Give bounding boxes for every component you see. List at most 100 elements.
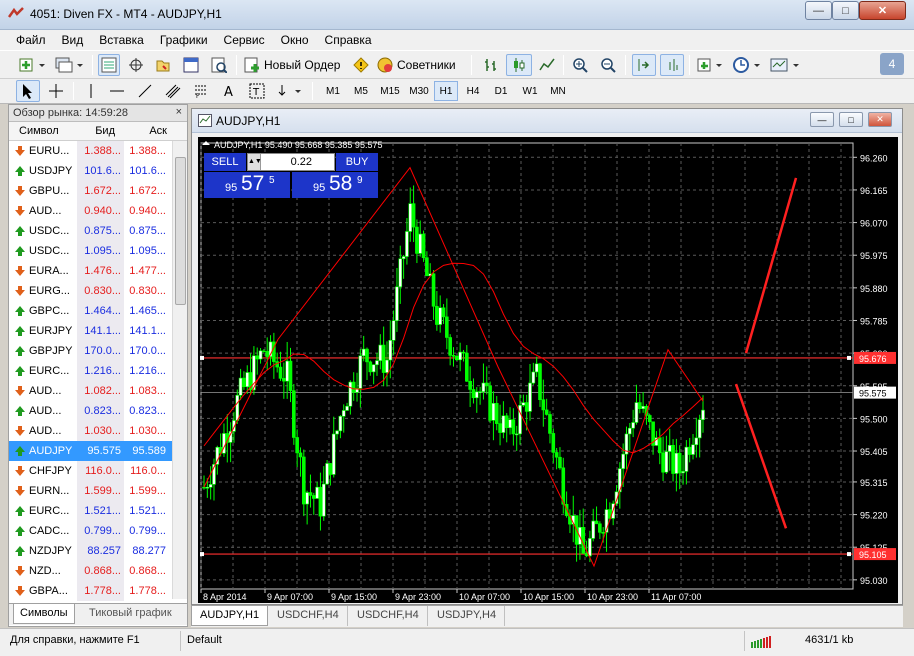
market-watch-row[interactable]: NZD... 0.868... 0.868... [9,561,172,581]
col-bid-header[interactable]: Бид [69,122,119,140]
tab-usdchf-h4-1[interactable]: USDCHF,H4 [269,606,348,626]
market-watch-row[interactable]: AUD... 1.082... 1.083... [9,381,172,401]
menu-view[interactable]: Вид [54,33,92,47]
market-watch-row[interactable]: AUDJPY 95.575 95.589 [9,441,172,461]
timeframe-d1[interactable]: D1 [488,81,514,101]
market-watch-row[interactable]: EURJPY 141.1... 141.1... [9,321,172,341]
lot-size-field[interactable]: ▲▼ 0.22 [247,153,335,171]
chart-minimize-button[interactable]: — [810,112,834,127]
buy-price-button[interactable]: 95 58 9 [292,172,378,198]
indicators-button[interactable] [694,54,726,76]
timeframe-m5[interactable]: M5 [348,81,374,101]
market-watch-row[interactable]: CADC... 0.799... 0.799... [9,521,172,541]
market-watch-row[interactable]: EURC... 1.216... 1.216... [9,361,172,381]
vertical-line-tool[interactable] [80,80,102,102]
timeframe-m30[interactable]: M30 [405,81,433,101]
templates-button[interactable] [768,54,802,76]
minimize-button[interactable]: — [805,1,832,20]
market-watch-row[interactable]: EURN... 1.599... 1.599... [9,481,172,501]
chart-maximize-button[interactable]: □ [839,112,863,127]
crosshair-tool[interactable] [44,80,68,102]
tab-usdchf-h4-2[interactable]: USDCHF,H4 [349,606,428,626]
market-watch-row[interactable]: USDC... 0.875... 0.875... [9,221,172,241]
horizontal-line-tool[interactable] [106,80,128,102]
buy-button[interactable]: BUY [336,153,378,171]
tab-audjpy-h1[interactable]: AUDJPY,H1 [191,606,269,626]
market-watch-row[interactable]: GBPU... 1.672... 1.672... [9,181,172,201]
menu-window[interactable]: Окно [273,33,317,47]
navigator-button[interactable] [152,54,174,76]
market-watch-panel: Обзор рынка: 14:59:28 × Символ Бид Аск E… [8,104,188,627]
market-watch-close-icon[interactable]: × [176,106,182,118]
experts-button[interactable]: Советники [376,54,466,76]
chart-close-button[interactable]: ✕ [868,112,892,127]
timeframe-m1[interactable]: M1 [320,81,346,101]
market-watch-row[interactable]: USDJPY 101.6... 101.6... [9,161,172,181]
strategy-tester-button[interactable] [208,54,230,76]
periods-button[interactable] [730,54,764,76]
market-watch-row[interactable]: EURG... 0.830... 0.830... [9,281,172,301]
profiles-button[interactable] [52,54,86,76]
zoom-out-icon [601,58,616,73]
market-watch-row[interactable]: EURU... 1.388... 1.388... [9,141,172,161]
menu-help[interactable]: Справка [317,33,380,47]
market-watch-row[interactable]: AUD... 0.823... 0.823... [9,401,172,421]
tab-symbols[interactable]: Символы [13,604,75,624]
line-chart-button[interactable] [536,54,558,76]
market-watch-toggle[interactable] [98,54,120,76]
text-label-tool[interactable]: T [246,80,268,102]
arrows-tool[interactable] [274,80,306,102]
tab-tick-chart[interactable]: Тиковый график [83,604,178,624]
maximize-button[interactable]: □ [832,1,859,20]
timeframe-w1[interactable]: W1 [517,81,543,101]
data-window-button[interactable] [125,54,147,76]
meta-editor-button[interactable] [350,54,372,76]
menu-insert[interactable]: Вставка [91,33,152,47]
timeframe-mn[interactable]: MN [545,81,571,101]
lot-size-value[interactable]: 0.22 [261,154,334,170]
market-watch-row[interactable]: GBPA... 1.778... 1.778... [9,581,172,601]
col-symbol-header[interactable]: Символ [9,122,69,140]
auto-scroll-button[interactable] [632,54,656,76]
market-watch-row[interactable]: USDC... 1.095... 1.095... [9,241,172,261]
market-watch-row[interactable]: GBPC... 1.464... 1.465... [9,301,172,321]
text-tool[interactable]: A [218,80,240,102]
bar-chart-button[interactable] [480,54,502,76]
close-button[interactable]: ✕ [859,1,906,20]
cursor-tool[interactable] [16,80,40,102]
new-order-button[interactable]: Новый Ордер [243,54,347,76]
market-watch-row[interactable]: GBPJPY 170.0... 170.0... [9,341,172,361]
trendline-tool[interactable] [134,80,156,102]
timeframe-h4[interactable]: H4 [461,81,485,101]
market-watch-row[interactable]: AUD... 1.030... 1.030... [9,421,172,441]
col-ask-header[interactable]: Аск [119,122,171,140]
menu-tools[interactable]: Сервис [216,33,273,47]
notifications-badge[interactable]: 4 [880,53,904,75]
candlestick-chart[interactable]: 96.260 96.165 96.070 95.975 95.880 95.785 95.6… [198,137,898,603]
market-watch-row[interactable]: CHFJPY 116.0... 116.0... [9,461,172,481]
lot-spinner-icon[interactable]: ▲▼ [248,154,262,170]
zoom-in-button[interactable] [568,54,592,76]
sell-button[interactable]: SELL [204,153,246,171]
timeframe-m15[interactable]: M15 [376,81,404,101]
candle-chart-button[interactable] [506,54,532,76]
market-watch-scrollbar[interactable] [172,141,187,599]
scrollbar-thumb[interactable] [175,157,186,305]
market-watch-row[interactable]: EURA... 1.476... 1.477... [9,261,172,281]
menu-charts[interactable]: Графики [152,33,216,47]
row-bid: 0.823... [77,401,124,421]
zoom-out-button[interactable] [596,54,620,76]
chart-canvas[interactable]: 96.260 96.165 96.070 95.975 95.880 95.785 95.6… [198,137,898,603]
tab-usdjpy-h4[interactable]: USDJPY,H4 [429,606,506,626]
channel-tool[interactable] [162,80,184,102]
market-watch-row[interactable]: NZDJPY 88.257 88.277 [9,541,172,561]
menu-file[interactable]: Файл [8,33,54,47]
market-watch-row[interactable]: EURC... 1.521... 1.521... [9,501,172,521]
market-watch-row[interactable]: AUD... 0.940... 0.940... [9,201,172,221]
timeframe-h1[interactable]: H1 [434,81,458,101]
fibonacci-tool[interactable]: F [190,80,212,102]
new-chart-button[interactable] [16,54,48,76]
sell-price-button[interactable]: 95 57 5 [204,172,290,198]
chart-shift-button[interactable] [660,54,684,76]
terminal-button[interactable] [180,54,202,76]
